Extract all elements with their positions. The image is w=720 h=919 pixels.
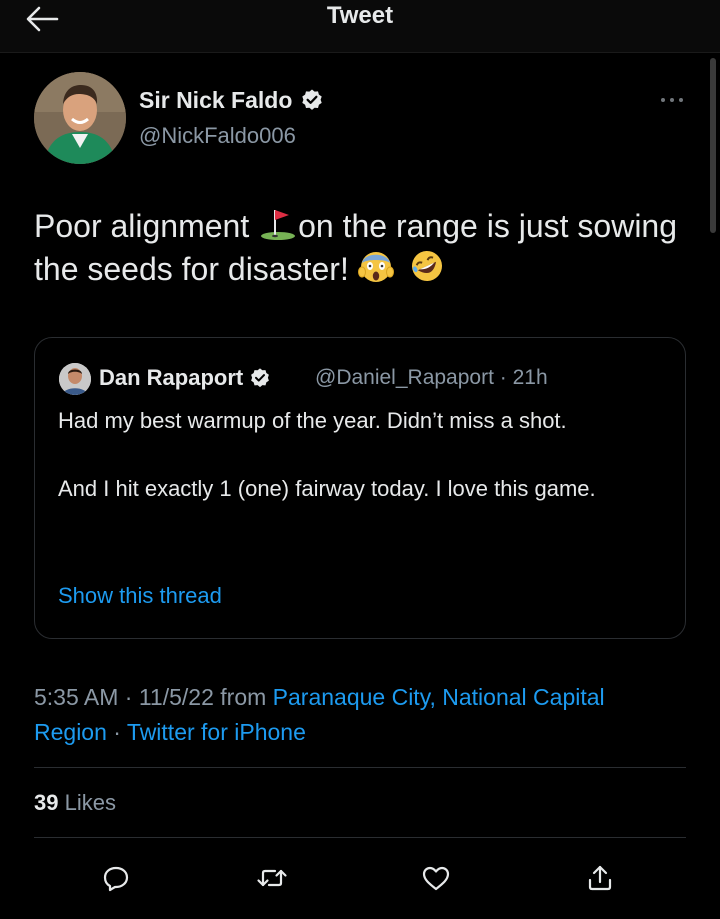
scrollbar[interactable] (710, 58, 716, 233)
retweet-button[interactable] (252, 858, 292, 898)
quoted-author-name-text: Dan Rapaport (99, 365, 244, 390)
more-horizontal-icon (661, 98, 683, 102)
golf-flag-emoji (261, 210, 296, 240)
likes-stat[interactable]: 39 Likes (34, 789, 116, 817)
tweet-date[interactable]: 11/5/22 (139, 684, 214, 710)
author-avatar[interactable] (34, 72, 126, 164)
author-name-text: Sir Nick Faldo (139, 87, 293, 113)
quoted-paragraph-2: And I hit exactly 1 (one) fairway today.… (58, 476, 596, 501)
share-icon (588, 865, 612, 891)
author-avatar-image (34, 72, 126, 164)
heart-icon (422, 866, 450, 891)
verified-badge-icon (302, 89, 323, 110)
reply-button[interactable] (96, 858, 136, 898)
meta-separator: · (118, 684, 139, 710)
like-button[interactable] (416, 858, 456, 898)
quoted-tweet[interactable]: Dan Rapaport @Daniel_Rapaport · 21h Had … (34, 337, 686, 639)
from-label: from (213, 684, 273, 710)
divider (34, 767, 686, 768)
screaming-face-emoji (357, 252, 394, 282)
quoted-author-avatar[interactable] (59, 363, 91, 395)
meta-separator: · (493, 366, 513, 389)
verified-badge-icon (251, 368, 270, 388)
tweet-text: Poor alignment on the range is just sowi… (34, 205, 684, 291)
likes-label: Likes (58, 790, 116, 815)
quoted-time-ago[interactable]: 21h (513, 366, 548, 389)
client-link[interactable]: Twitter for iPhone (127, 719, 306, 745)
meta-separator: · (106, 719, 127, 745)
quoted-paragraph-1: Had my best warmup of the year. Didn’t m… (58, 408, 567, 433)
tweet-time[interactable]: 5:35 AM (34, 684, 118, 710)
quoted-tweet-text: Had my best warmup of the year. Didn’t m… (58, 404, 658, 506)
quoted-author-meta: @Daniel_Rapaport · 21h (315, 364, 548, 392)
page-title: Tweet (326, 2, 394, 29)
divider (34, 837, 686, 838)
more-options-button[interactable] (652, 88, 692, 112)
author-handle[interactable]: @NickFaldo006 (139, 122, 296, 150)
rolling-laughing-emoji (411, 251, 442, 281)
reply-icon (103, 866, 129, 892)
top-bar: Tweet (0, 0, 720, 53)
author-name[interactable]: Sir Nick Faldo (139, 85, 324, 115)
show-thread-link[interactable]: Show this thread (58, 582, 222, 610)
quoted-author-name[interactable]: Dan Rapaport (99, 364, 271, 392)
share-button[interactable] (580, 858, 620, 898)
likes-count: 39 (34, 790, 59, 815)
quoted-author-avatar-image (59, 363, 91, 395)
quoted-author-handle[interactable]: @Daniel_Rapaport (315, 366, 494, 389)
tweet-metadata: 5:35 AM · 11/5/22 from Paranaque City, N… (34, 680, 674, 750)
retweet-icon (257, 869, 287, 887)
tweet-text-part1: Poor alignment (34, 208, 259, 244)
